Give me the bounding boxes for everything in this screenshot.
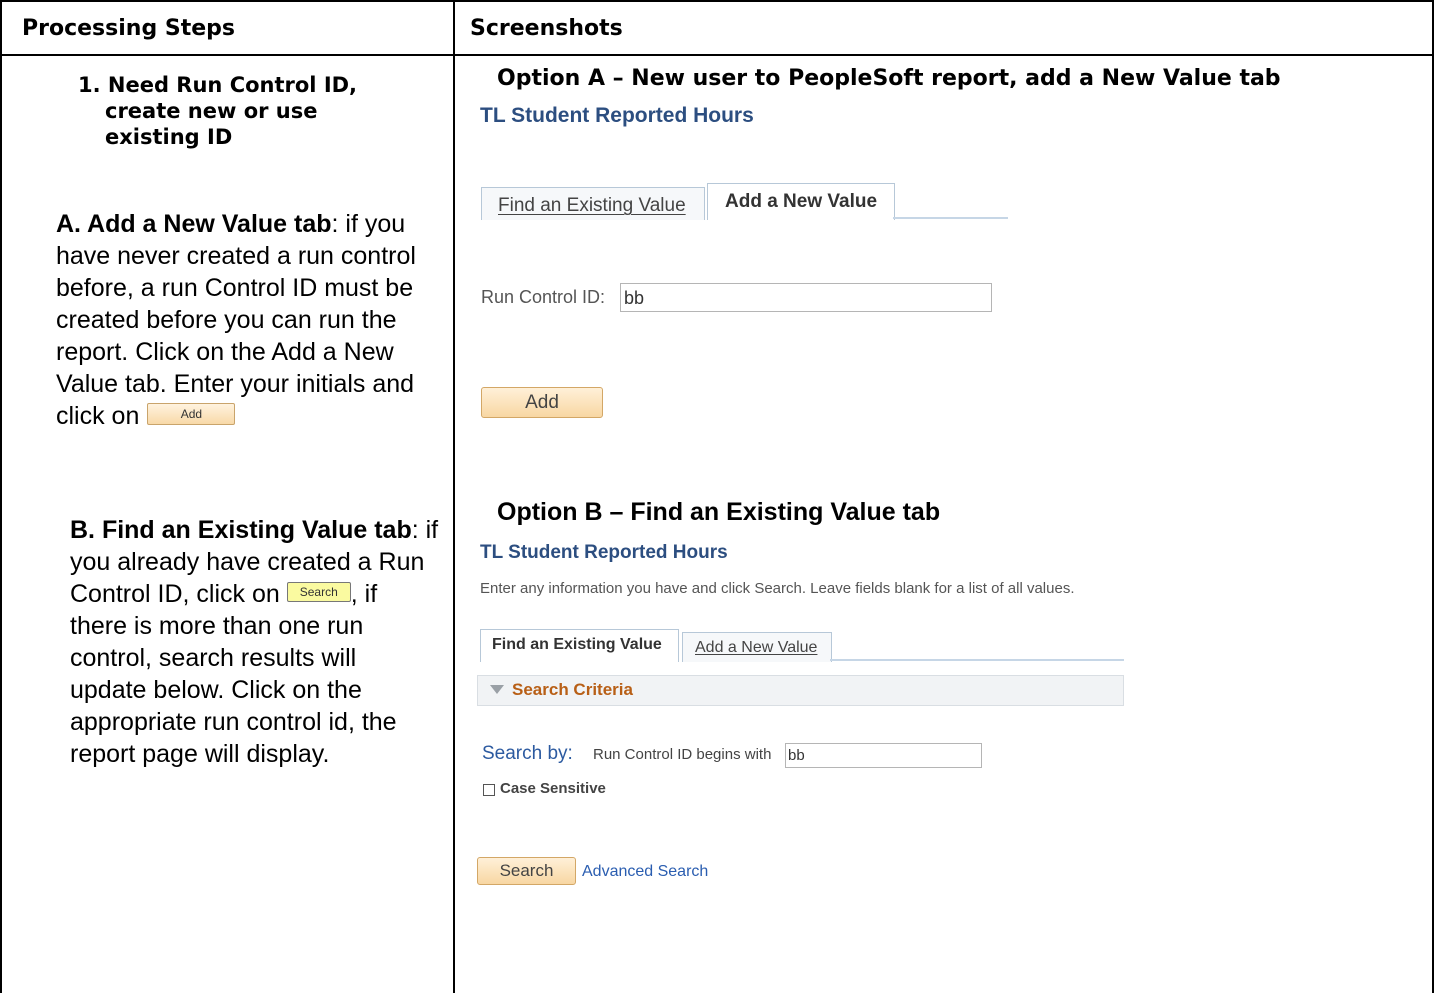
header-processing-steps: Processing Steps — [22, 16, 235, 41]
add-button[interactable]: Add — [481, 387, 603, 418]
option-a-page-title: TL Student Reported Hours — [480, 104, 754, 127]
column-divider — [453, 0, 455, 993]
tab-find-existing-value-active[interactable]: Find an Existing Value — [480, 629, 679, 662]
collapse-triangle-icon[interactable] — [490, 685, 504, 694]
case-sensitive-checkbox[interactable] — [483, 784, 495, 796]
step-a-heading: A. Add a New Value tab — [56, 210, 332, 238]
case-sensitive-label: Case Sensitive — [500, 780, 606, 797]
option-a-heading: Option A – New user to PeopleSoft report… — [497, 66, 1281, 91]
run-control-id-input[interactable]: bb — [620, 283, 992, 312]
search-button[interactable]: Search — [477, 857, 576, 885]
inline-search-button-image: Search — [286, 582, 351, 603]
tab-find-existing-value[interactable]: Find an Existing Value — [481, 187, 705, 220]
step-b-heading: B. Find an Existing Value tab — [70, 516, 412, 544]
run-control-begins-label: Run Control ID begins with — [593, 746, 772, 763]
header-screenshots: Screenshots — [470, 16, 623, 41]
run-control-id-label: Run Control ID: — [481, 287, 606, 307]
option-b-heading: Option B – Find an Existing Value tab — [497, 498, 941, 526]
header-bottom-border — [0, 54, 1434, 56]
search-criteria-label: Search Criteria — [512, 680, 633, 699]
tab-add-new-value[interactable]: Add a New Value — [707, 183, 895, 220]
step-1-title: 1. Need Run Control ID, create new or us… — [78, 73, 358, 149]
search-by-label: Search by: — [482, 743, 573, 764]
table-top-border — [0, 0, 1434, 2]
step-b-paragraph: B. Find an Existing Value tab: if you al… — [70, 516, 439, 768]
step-number: 1. — [78, 73, 101, 97]
table-left-border — [0, 0, 2, 993]
advanced-search-link[interactable]: Advanced Search — [582, 863, 708, 881]
tab-bar-underline-b — [830, 659, 1124, 661]
search-criteria-bar[interactable]: Search Criteria — [477, 675, 1124, 706]
option-a-tabs: Find an Existing Value Add a New Value — [481, 183, 1011, 220]
tab-bar-underline — [893, 217, 1008, 219]
tab-add-new-value-inactive[interactable]: Add a New Value — [682, 632, 832, 662]
step-a-paragraph: A. Add a New Value tab: if you have neve… — [56, 210, 416, 430]
option-b-tabs: Find an Existing Value Add a New Value — [480, 629, 1126, 662]
search-instructions: Enter any information you have and click… — [480, 580, 1075, 597]
search-run-control-input[interactable]: bb — [785, 743, 982, 768]
inline-add-button-image: Add — [147, 403, 236, 426]
option-b-page-title: TL Student Reported Hours — [480, 542, 728, 563]
